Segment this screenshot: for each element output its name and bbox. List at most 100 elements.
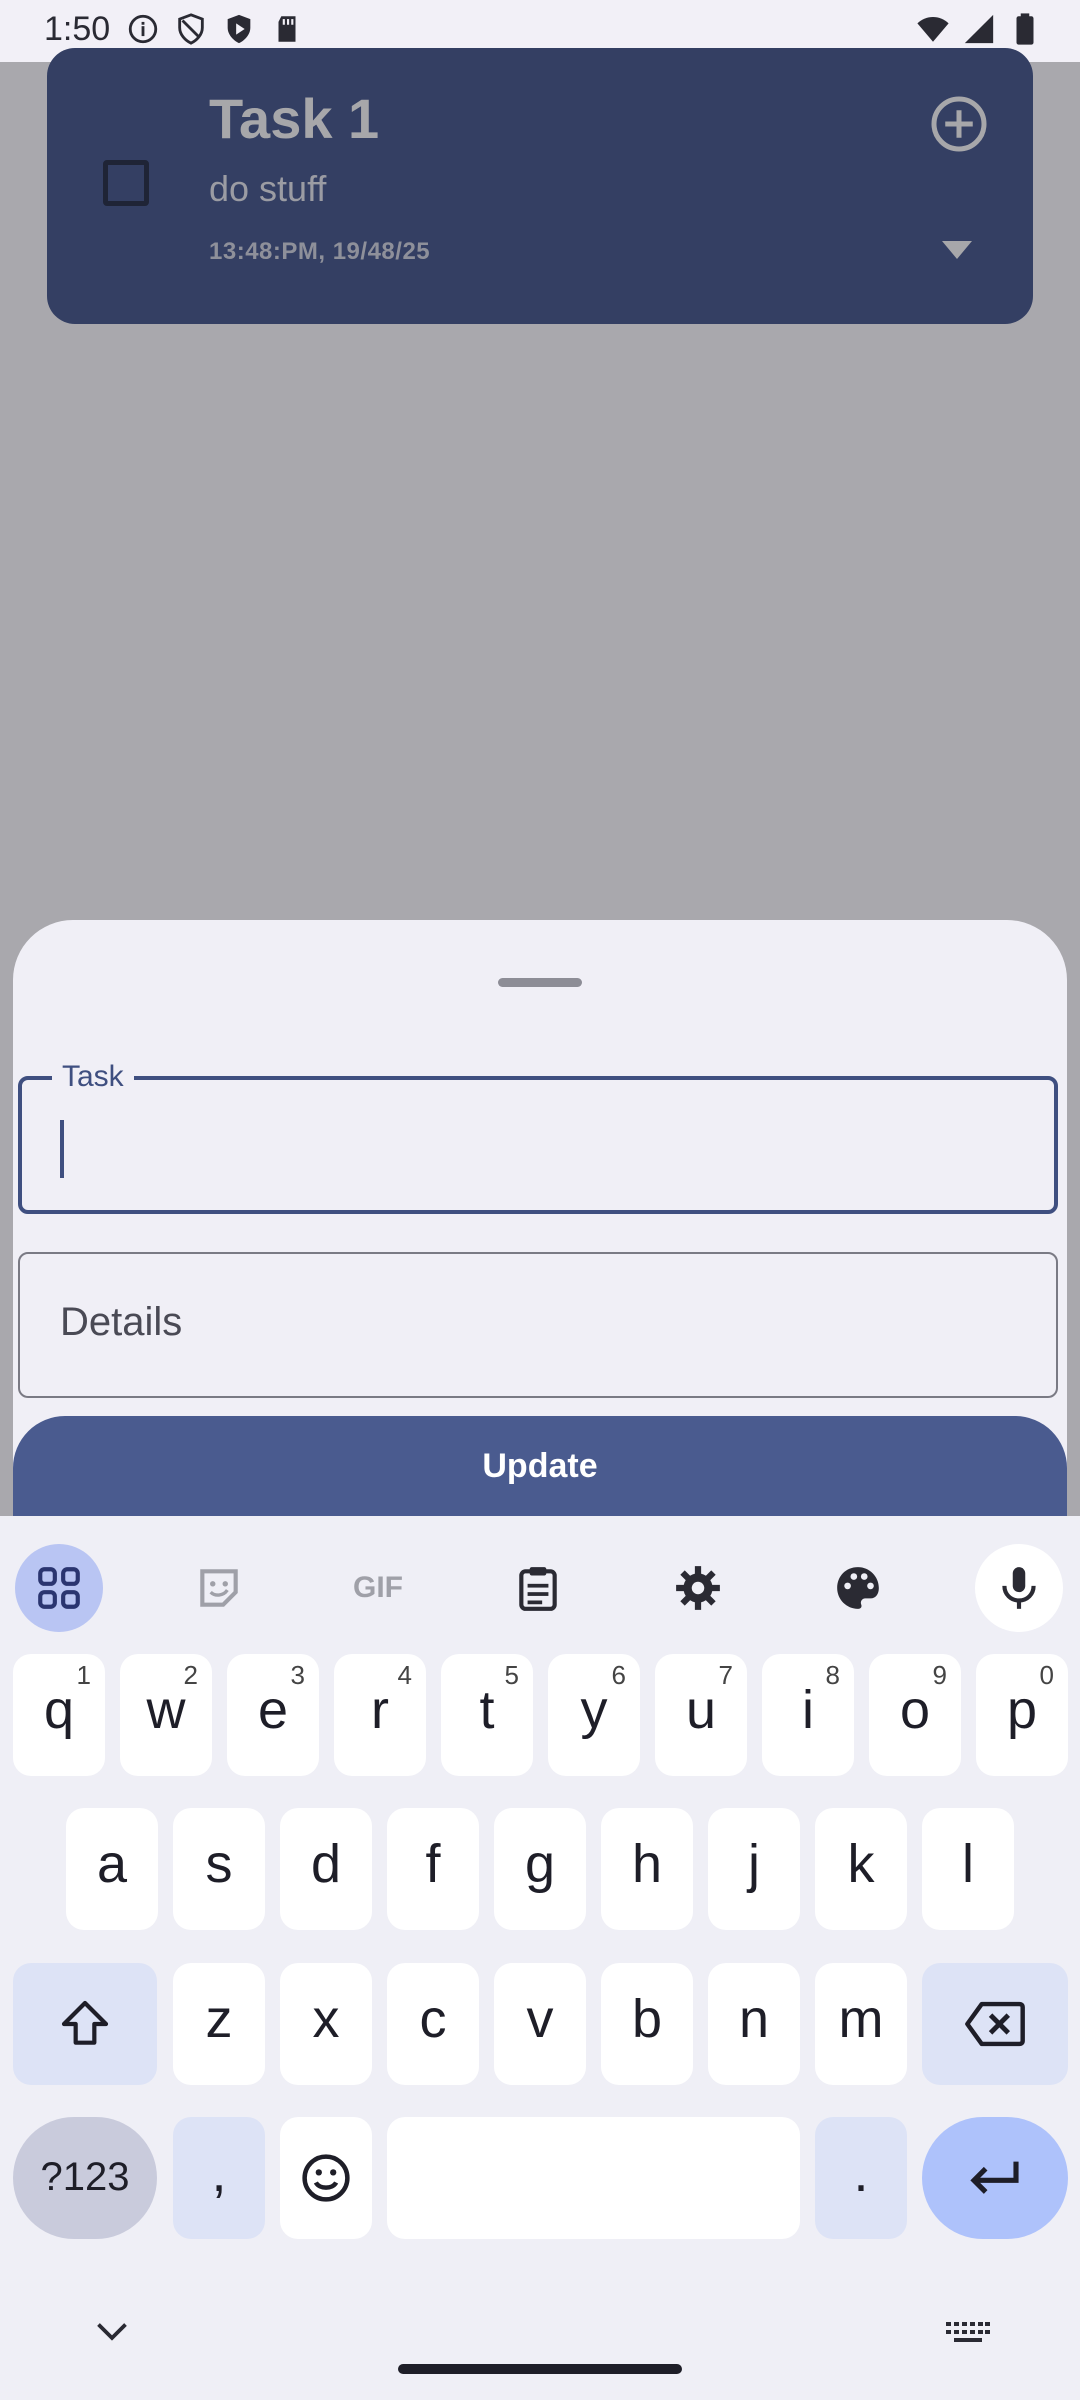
microphone-icon xyxy=(1002,1567,1036,1609)
apps-grid-button[interactable] xyxy=(15,1544,103,1632)
shift-key[interactable] xyxy=(13,1963,157,2085)
key-label: c xyxy=(419,1989,447,2049)
info-icon xyxy=(128,14,158,44)
key-label: w xyxy=(146,1680,186,1740)
key-h[interactable]: h xyxy=(601,1808,693,1930)
emoji-key[interactable] xyxy=(280,2117,372,2239)
key-label: g xyxy=(524,1834,556,1894)
emoji-icon xyxy=(302,2154,350,2202)
key-label: m xyxy=(838,1989,884,2049)
key-label: t xyxy=(479,1680,495,1740)
details-placeholder: Details xyxy=(60,1300,183,1344)
period-key[interactable]: . xyxy=(815,2117,907,2239)
space-key[interactable] xyxy=(387,2117,800,2239)
key-g[interactable]: g xyxy=(494,1808,586,1930)
key-u[interactable]: u7 xyxy=(655,1654,747,1776)
key-label: v xyxy=(526,1989,554,2049)
battery-icon xyxy=(1016,13,1034,45)
update-button[interactable]: Update xyxy=(13,1416,1067,1520)
key-a[interactable]: a xyxy=(66,1808,158,1930)
key-label: , xyxy=(211,2143,227,2203)
key-s[interactable]: s xyxy=(173,1808,265,1930)
task-checkbox[interactable] xyxy=(103,160,149,206)
play-protect-icon xyxy=(227,14,251,44)
key-f[interactable]: f xyxy=(387,1808,479,1930)
key-y[interactable]: y6 xyxy=(548,1654,640,1776)
key-l[interactable]: l xyxy=(922,1808,1014,1930)
key-label: h xyxy=(631,1834,663,1894)
gif-button[interactable]: GIF xyxy=(334,1544,422,1632)
home-indicator[interactable] xyxy=(398,2364,682,2374)
key-label: u xyxy=(685,1680,717,1740)
drag-handle[interactable] xyxy=(498,978,582,987)
key-o[interactable]: o9 xyxy=(869,1654,961,1776)
keyboard-switch-icon[interactable] xyxy=(946,2322,990,2342)
key-x[interactable]: x xyxy=(280,1963,372,2085)
details-input[interactable]: Details xyxy=(18,1252,1058,1398)
soft-keyboard: GIF q1 w2 e3 r4 t5 y6 u7 i8 o9 p0 a s d … xyxy=(0,1516,1080,2400)
key-label: y xyxy=(580,1680,608,1740)
sticker-button[interactable] xyxy=(175,1544,263,1632)
task-input[interactable]: Task xyxy=(18,1060,1058,1214)
key-n[interactable]: n xyxy=(708,1963,800,2085)
expand-more-icon[interactable] xyxy=(939,238,975,262)
key-c[interactable]: c xyxy=(387,1963,479,2085)
key-i[interactable]: i8 xyxy=(762,1654,854,1776)
key-hint-label: 4 xyxy=(397,1660,412,1690)
key-label: x xyxy=(312,1989,340,2049)
edit-task-sheet: Task Details Update xyxy=(13,920,1067,1520)
key-t[interactable]: t5 xyxy=(441,1654,533,1776)
voice-input-button[interactable] xyxy=(975,1544,1063,1632)
signal-icon xyxy=(964,14,994,44)
sticker-icon xyxy=(200,1569,238,1607)
key-v[interactable]: v xyxy=(494,1963,586,2085)
task-title: Task 1 xyxy=(209,87,380,150)
key-p[interactable]: p0 xyxy=(976,1654,1068,1776)
gif-label: GIF xyxy=(353,1571,403,1604)
clipboard-button[interactable] xyxy=(494,1544,582,1632)
key-hint-label: 0 xyxy=(1039,1660,1054,1690)
backspace-key[interactable] xyxy=(922,1963,1068,2085)
key-label: a xyxy=(96,1834,128,1894)
key-hint-label: 3 xyxy=(290,1660,305,1690)
status-notification-icons xyxy=(126,12,304,46)
key-d[interactable]: d xyxy=(280,1808,372,1930)
apps-grid-icon xyxy=(38,1567,80,1609)
comma-key[interactable]: , xyxy=(173,2117,265,2239)
theme-button[interactable] xyxy=(814,1544,902,1632)
key-label: d xyxy=(310,1834,342,1894)
key-label: z xyxy=(205,1989,233,2049)
status-system-icons xyxy=(916,12,1042,46)
enter-key[interactable] xyxy=(922,2117,1068,2239)
gear-icon xyxy=(676,1566,720,1610)
task-card[interactable]: Task 1 do stuff 13:48:PM, 19/48/25 xyxy=(47,48,1033,324)
key-label: o xyxy=(899,1680,931,1740)
hide-keyboard-icon[interactable] xyxy=(94,2318,130,2346)
key-label: r xyxy=(371,1680,389,1740)
add-circle-icon[interactable] xyxy=(929,94,989,154)
key-label: b xyxy=(631,1989,663,2049)
key-q[interactable]: q1 xyxy=(13,1654,105,1776)
key-label: k xyxy=(847,1834,875,1894)
key-w[interactable]: w2 xyxy=(120,1654,212,1776)
key-label: p xyxy=(1006,1680,1038,1740)
shift-icon xyxy=(61,2000,109,2045)
backspace-icon xyxy=(965,2001,1025,2047)
key-m[interactable]: m xyxy=(815,1963,907,2085)
key-z[interactable]: z xyxy=(173,1963,265,2085)
keyboard-settings-button[interactable] xyxy=(654,1544,742,1632)
symbols-key[interactable]: ?123 xyxy=(13,2117,157,2239)
enter-icon xyxy=(970,2161,1019,2194)
key-label: l xyxy=(962,1834,974,1894)
palette-icon xyxy=(837,1567,879,1609)
key-k[interactable]: k xyxy=(815,1808,907,1930)
key-b[interactable]: b xyxy=(601,1963,693,2085)
status-time: 1:50 xyxy=(44,10,111,48)
key-r[interactable]: r4 xyxy=(334,1654,426,1776)
key-hint-label: 8 xyxy=(825,1660,840,1690)
key-e[interactable]: e3 xyxy=(227,1654,319,1776)
sd-card-icon xyxy=(278,16,296,42)
shield-icon xyxy=(178,13,204,45)
key-j[interactable]: j xyxy=(708,1808,800,1930)
key-label: q xyxy=(43,1680,75,1740)
